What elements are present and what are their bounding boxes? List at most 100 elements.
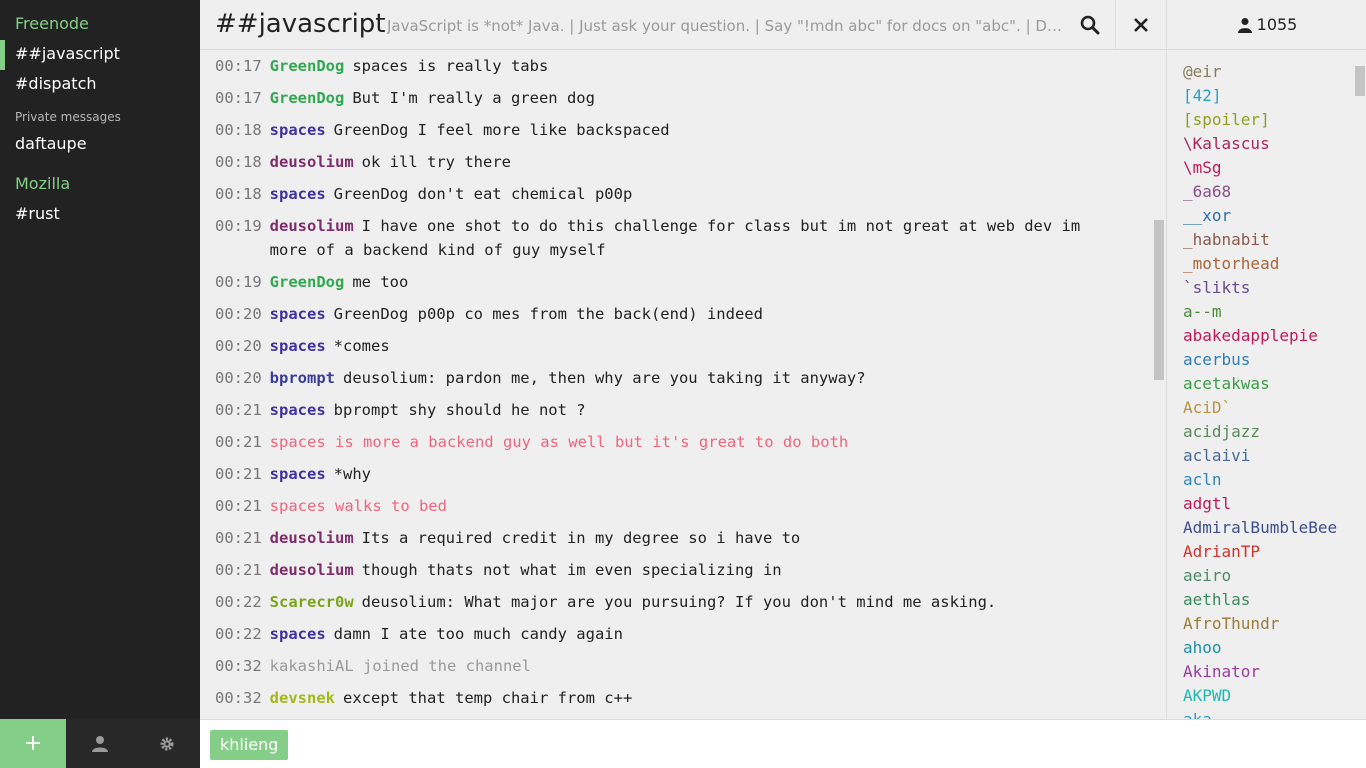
user-list-item[interactable]: adgtl — [1183, 492, 1231, 516]
user-list-item[interactable]: AdmiralBumbleBee — [1183, 516, 1337, 540]
user-list-item[interactable]: abakedapplepie — [1183, 324, 1318, 348]
message-nick[interactable]: bprompt — [270, 369, 335, 387]
add-network-button[interactable]: + — [0, 719, 66, 768]
channel-header: ##javascript JavaScript is *not* Java. |… — [200, 0, 1166, 50]
message-text: deusolium: What major are you pursuing? … — [361, 593, 997, 611]
user-list-item[interactable]: [42] — [1183, 84, 1222, 108]
message-nick[interactable]: spaces — [270, 185, 326, 203]
sidebar-item-rust[interactable]: #rust — [15, 204, 60, 223]
user-list-item[interactable]: aethlas — [1183, 588, 1250, 612]
user-count-bar[interactable]: 1055 — [1167, 0, 1366, 50]
chat-message: 00:21 deusolium Its a required credit in m… — [215, 526, 1115, 550]
message-text: spaces walks to bed — [269, 497, 447, 515]
user-list-item[interactable]: ahoo — [1183, 636, 1222, 660]
settings-button[interactable] — [134, 719, 200, 768]
user-list-item[interactable]: __xor — [1183, 204, 1231, 228]
user-list-item[interactable]: [spoiler] — [1183, 108, 1270, 132]
user-list-item[interactable]: AciD` — [1183, 396, 1231, 420]
message-nick[interactable]: GreenDog — [270, 57, 345, 75]
message-nick[interactable]: spaces — [270, 401, 326, 419]
message-timestamp: 00:18 — [215, 153, 262, 171]
chat-scrollbar-thumb[interactable] — [1154, 220, 1164, 380]
message-timestamp: 00:18 — [215, 121, 262, 139]
user-list-item[interactable]: aeiro — [1183, 564, 1231, 588]
user-list-item[interactable]: acerbus — [1183, 348, 1250, 372]
user-list-item[interactable]: AKPWD — [1183, 684, 1231, 708]
message-text: me too — [352, 273, 409, 291]
user-list-item[interactable]: `slikts — [1183, 276, 1250, 300]
chat-message: 00:18 deusolium ok ill try there — [215, 150, 1115, 174]
message-input-bar: khlieng — [200, 719, 1366, 768]
network-freenode[interactable]: Freenode — [15, 14, 89, 33]
chat-message: 00:21 spaces *why — [215, 462, 1115, 486]
user-list-item[interactable]: @eir — [1183, 60, 1222, 84]
sidebar-item-javascript[interactable]: ##javascript — [15, 44, 120, 63]
message-nick[interactable]: GreenDog — [270, 89, 345, 107]
active-channel-indicator — [0, 40, 5, 70]
user-list-item[interactable]: aclaivi — [1183, 444, 1250, 468]
message-text: *why — [333, 465, 371, 483]
message-nick[interactable]: spaces — [270, 121, 326, 139]
chat-message: 00:32 kakashiAL joined the channel — [215, 654, 1115, 678]
own-nick-button[interactable]: khlieng — [210, 730, 289, 760]
user-settings-button[interactable] — [67, 719, 133, 768]
message-text: damn I ate too much candy again — [333, 625, 623, 643]
message-timestamp: 00:17 — [215, 57, 262, 75]
message-nick[interactable]: devsnek — [270, 689, 335, 707]
chat-message: 00:19 GreenDog me too — [215, 270, 1115, 294]
message-nick[interactable]: spaces — [270, 465, 326, 483]
chat-scrollbar[interactable] — [1153, 55, 1165, 715]
message-nick[interactable]: deusolium — [270, 217, 354, 235]
message-text: ok ill try there — [361, 153, 511, 171]
user-list-item[interactable]: \Kalascus — [1183, 132, 1270, 156]
user-icon — [1237, 17, 1252, 33]
user-list-item[interactable]: AfroThundr — [1183, 612, 1279, 636]
user-list-item[interactable]: acidjazz — [1183, 420, 1260, 444]
sidebar-item-daftaupe[interactable]: daftaupe — [15, 134, 87, 153]
user-list-item[interactable]: AdrianTP — [1183, 540, 1260, 564]
search-button[interactable] — [1065, 0, 1115, 50]
search-icon — [1080, 15, 1100, 35]
close-channel-button[interactable] — [1115, 0, 1166, 50]
user-list-item[interactable]: _habnabit — [1183, 228, 1270, 252]
user-list-item[interactable]: _motorhead — [1183, 252, 1279, 276]
channel-topic[interactable]: JavaScript is *not* Java. | Just ask you… — [387, 17, 1067, 35]
chat-message: 00:20 spaces GreenDog p00p co mes from the… — [215, 302, 1115, 326]
message-timestamp: 00:21 — [215, 465, 262, 483]
message-input[interactable] — [300, 728, 1350, 762]
message-nick[interactable]: GreenDog — [270, 273, 345, 291]
message-nick[interactable]: Scarecr0w — [270, 593, 354, 611]
user-list-item[interactable]: acetakwas — [1183, 372, 1270, 396]
message-nick[interactable]: deusolium — [270, 529, 354, 547]
message-timestamp: 00:20 — [215, 305, 262, 323]
user-list-item[interactable]: Akinator — [1183, 660, 1260, 684]
message-text: *comes — [333, 337, 390, 355]
user-list-item[interactable]: a--m — [1183, 300, 1222, 324]
message-timestamp: 00:19 — [215, 273, 262, 291]
user-list-item[interactable]: acln — [1183, 468, 1222, 492]
user-list-item[interactable]: _6a68 — [1183, 180, 1231, 204]
userlist-scrollbar-thumb[interactable] — [1355, 66, 1365, 96]
message-text: bprompt shy should he not ? — [333, 401, 586, 419]
message-nick[interactable]: deusolium — [270, 153, 354, 171]
user-list-item[interactable]: \mSg — [1183, 156, 1222, 180]
message-nick[interactable]: deusolium — [270, 561, 354, 579]
message-text: GreenDog p00p co mes from the back(end) … — [333, 305, 763, 323]
message-nick[interactable]: spaces — [270, 305, 326, 323]
message-timestamp: 00:22 — [215, 593, 262, 611]
network-mozilla[interactable]: Mozilla — [15, 174, 70, 193]
message-timestamp: 00:20 — [215, 369, 262, 387]
message-timestamp: 00:21 — [215, 497, 262, 515]
message-text: spaces is more a backend guy as well but… — [269, 433, 849, 451]
message-nick[interactable]: spaces — [270, 625, 326, 643]
chat-message: 00:22 spaces damn I ate too much candy aga… — [215, 622, 1115, 646]
chat-message: 00:17 GreenDog spaces is really tabs — [215, 54, 1115, 78]
sidebar-footer: + — [0, 719, 200, 768]
chat-message: 00:32 devsnek except that temp chair from … — [215, 686, 1115, 710]
chat-message: 00:20 bprompt deusolium: pardon me, then w… — [215, 366, 1115, 390]
sidebar-item-dispatch[interactable]: #dispatch — [15, 74, 97, 93]
message-nick[interactable]: spaces — [270, 337, 326, 355]
chat-message: 00:19 deusolium I have one shot to do this… — [215, 214, 1115, 262]
message-text: Its a required credit in my degree so i … — [361, 529, 801, 547]
message-timestamp: 00:20 — [215, 337, 262, 355]
